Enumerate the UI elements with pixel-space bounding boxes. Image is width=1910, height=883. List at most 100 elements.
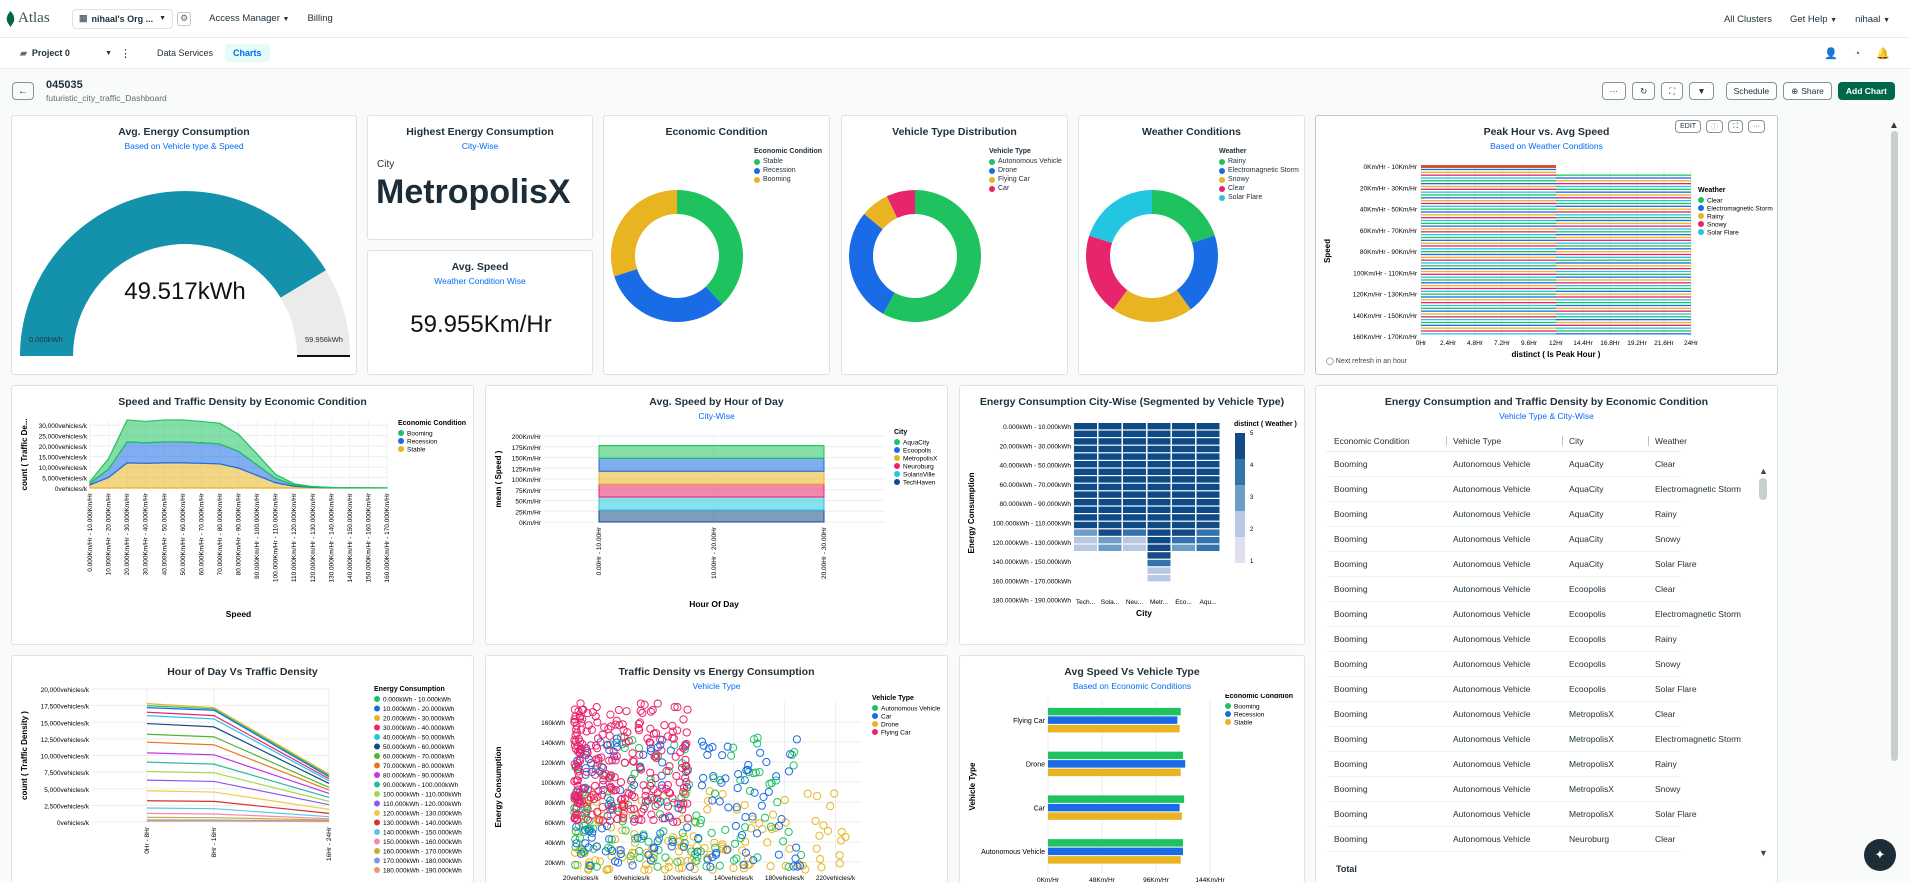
- table-row[interactable]: Booming Autonomous Vehicle Ecoopolis Rainy: [1326, 627, 1681, 652]
- card-economic-condition[interactable]: Economic Condition Economic Condition Sta…: [603, 115, 830, 375]
- legend-item[interactable]: Recession: [754, 166, 822, 175]
- legend-item[interactable]: Car: [989, 184, 1062, 193]
- table-row[interactable]: Booming Autonomous Vehicle AquaCity Snowy: [1326, 527, 1681, 552]
- chat-assistant-button[interactable]: ✦: [1864, 839, 1896, 871]
- refresh-button[interactable]: ↻: [1632, 82, 1656, 100]
- access-manager-menu[interactable]: Access Manager ▼: [209, 13, 289, 24]
- legend-item[interactable]: Snowy: [1219, 175, 1299, 184]
- table-row[interactable]: Booming Autonomous Vehicle MetropolisX Rain…: [1326, 752, 1681, 777]
- column-header[interactable]: Vehicle Type: [1446, 435, 1562, 446]
- table-row[interactable]: Booming Autonomous Vehicle MetropolisX Elec…: [1326, 727, 1741, 752]
- card-traffic-scatter[interactable]: Traffic Density vs Energy Consumption Ve…: [485, 655, 948, 883]
- y-tick-label: 60kWh: [545, 820, 566, 827]
- table-row[interactable]: Booming Autonomous Vehicle AquaCity Clear: [1326, 452, 1681, 477]
- column-header[interactable]: Weather: [1648, 435, 1768, 446]
- card-avg-energy-gauge[interactable]: Avg. Energy Consumption Based on Vehicle…: [11, 115, 357, 375]
- user-menu[interactable]: nihaal ▼: [1855, 14, 1890, 25]
- project-selector[interactable]: ▰ Project 0 ▼: [20, 48, 112, 59]
- heatmap-cell: [1147, 575, 1171, 582]
- legend-title: Economic Condition: [398, 420, 466, 427]
- more-button[interactable]: ···: [1601, 82, 1627, 100]
- tab-charts[interactable]: Charts: [225, 44, 270, 62]
- legend-item[interactable]: Solar Flare: [1219, 193, 1299, 202]
- scroll-up-icon[interactable]: ▲: [1889, 120, 1901, 131]
- legend-label: Electromagnetic Storm: [1707, 206, 1773, 213]
- share-button[interactable]: ⊕ Share: [1783, 82, 1832, 100]
- bar-segment: [1421, 316, 1556, 318]
- table-scrollbar[interactable]: ▲ ▼: [1759, 466, 1769, 858]
- card-highest-energy[interactable]: Highest Energy Consumption City-Wise Cit…: [367, 115, 593, 240]
- get-help-menu[interactable]: Get Help ▼: [1790, 14, 1837, 25]
- chart-more-button[interactable]: ···: [1748, 120, 1765, 133]
- bar-segment: [1556, 268, 1691, 270]
- card-hour-traffic[interactable]: Hour of Day Vs Traffic Density 0vehicles…: [11, 655, 474, 883]
- add-chart-button[interactable]: Add Chart: [1837, 82, 1895, 100]
- legend-item[interactable]: Clear: [1219, 184, 1299, 193]
- card-title: Energy Consumption City-Wise (Segmented …: [979, 396, 1285, 408]
- table-row[interactable]: Booming Autonomous Vehicle MetropolisX Snow…: [1326, 777, 1681, 802]
- info-button[interactable]: ⓘ: [1706, 120, 1724, 133]
- scroll-thumb[interactable]: [1891, 131, 1898, 761]
- scroll-thumb[interactable]: [1759, 478, 1767, 500]
- legend-swatch: [989, 158, 995, 165]
- card-subtitle: Based on Economic Conditions: [1072, 681, 1192, 691]
- tab-data-services[interactable]: Data Services: [149, 44, 221, 62]
- filter-button[interactable]: ▼: [1689, 82, 1714, 100]
- table-row[interactable]: Booming Autonomous Vehicle AquaCity Solar F…: [1326, 552, 1697, 577]
- legend-item[interactable]: Booming: [754, 175, 822, 184]
- table-cell: Snowy: [1655, 534, 1681, 544]
- all-clusters-link[interactable]: All Clusters: [1724, 14, 1772, 25]
- table-cell: Neuroburg: [1569, 834, 1610, 844]
- card-avg-speed[interactable]: Avg. Speed Weather Condition Wise 59.955…: [367, 250, 593, 375]
- legend-item[interactable]: Stable: [754, 157, 822, 166]
- table-row[interactable]: Booming Autonomous Vehicle Ecoopolis Electr…: [1326, 602, 1741, 627]
- table-row[interactable]: Booming Autonomous Vehicle Ecoopolis Clear: [1326, 577, 1681, 602]
- scatter-point: [760, 813, 770, 822]
- dashboard-title: 045035: [46, 79, 83, 91]
- column-header[interactable]: Economic Condition: [1326, 436, 1446, 446]
- page-scrollbar[interactable]: ▲: [1889, 120, 1901, 780]
- table-row[interactable]: Booming Autonomous Vehicle AquaCity Electro…: [1326, 477, 1741, 502]
- expand-chart-button[interactable]: ⛶: [1728, 120, 1743, 133]
- table-row[interactable]: Booming Autonomous Vehicle MetropolisX Sola…: [1326, 802, 1697, 827]
- bar-segment: [1421, 222, 1556, 224]
- column-header[interactable]: City: [1562, 435, 1648, 446]
- card-energy-city-heatmap[interactable]: Energy Consumption City-Wise (Segmented …: [959, 385, 1305, 645]
- atlas-logo[interactable]: Atlas: [6, 10, 62, 27]
- legend-item[interactable]: Autonomous Vehicle: [989, 157, 1062, 166]
- legend-item[interactable]: Rainy: [1219, 157, 1299, 166]
- card-energy-table[interactable]: Energy Consumption and Traffic Density b…: [1315, 385, 1778, 883]
- gear-icon[interactable]: ⚙: [177, 11, 192, 26]
- card-weather-conditions[interactable]: Weather Conditions Weather Rainy Electroma…: [1078, 115, 1305, 375]
- back-button[interactable]: ←: [12, 82, 34, 100]
- legend-swatch: [1219, 167, 1225, 174]
- scatter-point: [745, 786, 755, 796]
- table-row[interactable]: Booming Autonomous Vehicle MetropolisX Clea…: [1326, 702, 1681, 727]
- table-row[interactable]: Booming Autonomous Vehicle Neuroburg Clear: [1326, 827, 1681, 852]
- legend-item[interactable]: Flying Car: [989, 175, 1062, 184]
- bell-icon[interactable]: 🔔: [1876, 47, 1890, 60]
- y-tick-label: 40.000kWh - 50.000kWh: [999, 463, 1071, 470]
- card-avg-speed-vehicle[interactable]: Avg Speed Vs Vehicle Type Based on Econo…: [959, 655, 1305, 883]
- card-speed-traffic[interactable]: Speed and Traffic Density by Economic Co…: [11, 385, 474, 645]
- card-avg-speed-hour[interactable]: Avg. Speed by Hour of Day City-Wise 0Km/…: [485, 385, 948, 645]
- legend-item[interactable]: Electromagnetic Storm: [1219, 166, 1299, 175]
- org-selector[interactable]: ▦ nihaal's Org ... ▼: [72, 8, 174, 29]
- table-row[interactable]: Booming Autonomous Vehicle Ecoopolis Solar …: [1326, 677, 1697, 702]
- legend-item[interactable]: Drone: [989, 166, 1062, 175]
- invite-user-icon[interactable]: 👤: [1824, 47, 1838, 60]
- schedule-button[interactable]: Schedule: [1725, 82, 1778, 100]
- x-tick-label: 16Hr - 24Hr: [326, 826, 333, 861]
- billing-link[interactable]: Billing: [307, 13, 332, 24]
- activity-icon[interactable]: ◔: [1854, 48, 1861, 60]
- fullscreen-button[interactable]: ⛶: [1661, 82, 1684, 100]
- table-row[interactable]: Booming Autonomous Vehicle AquaCity Rainy: [1326, 502, 1681, 527]
- edit-chart-button[interactable]: EDIT: [1675, 120, 1702, 133]
- card-peak-hour[interactable]: EDIT ⓘ ⛶ ··· Peak Hour vs. Avg Speed Bas…: [1315, 115, 1778, 375]
- more-options-icon[interactable]: ⋮: [120, 47, 131, 60]
- scroll-down-icon[interactable]: ▼: [1759, 848, 1768, 858]
- heatmap-cell: [1123, 491, 1146, 498]
- scroll-up-icon[interactable]: ▲: [1759, 466, 1769, 476]
- card-vehicle-type[interactable]: Vehicle Type Distribution Vehicle Type Au…: [841, 115, 1068, 375]
- table-row[interactable]: Booming Autonomous Vehicle Ecoopolis Snowy: [1326, 652, 1681, 677]
